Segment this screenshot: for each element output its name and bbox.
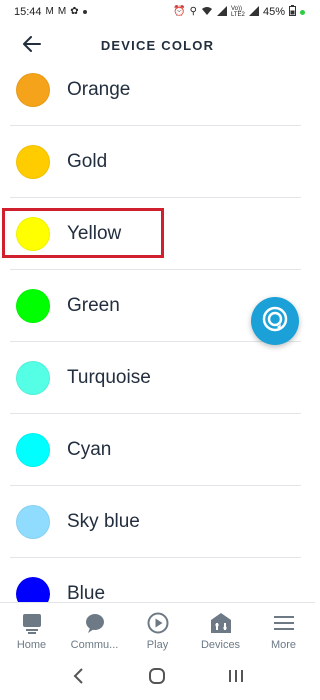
chat-bubble-icon [82, 610, 108, 636]
page-title: DEVICE COLOR [100, 37, 215, 53]
color-option-cyan[interactable]: Cyan [0, 414, 315, 486]
home-circle-icon [148, 667, 166, 690]
nav-play[interactable]: Play [126, 603, 189, 656]
color-swatch [16, 505, 50, 539]
color-swatch [16, 433, 50, 467]
alexa-icon [262, 306, 288, 337]
color-name: Gold [67, 151, 108, 172]
system-home-button[interactable] [137, 663, 177, 693]
color-name: Green [67, 295, 120, 316]
battery-icon [289, 5, 296, 19]
system-back-button[interactable] [59, 663, 99, 693]
signal-icon [216, 5, 227, 19]
battery-percent: 45% [262, 6, 285, 18]
color-name: Blue [67, 583, 106, 602]
nav-devices[interactable]: Devices [189, 603, 252, 656]
color-name: Turquoise [67, 367, 151, 388]
nav-label: Commu... [70, 639, 119, 651]
system-recents-button[interactable] [216, 663, 256, 693]
devices-icon [208, 610, 234, 636]
arrow-left-icon [23, 35, 41, 57]
status-time: 15:44 [14, 6, 42, 18]
color-option-orange[interactable]: Orange [0, 66, 315, 126]
status-bar: 15:44 M M ✿ ⏰ ⚲ Vo)) LTE2 45% [0, 0, 315, 24]
menu-icon [271, 610, 297, 636]
gmail-icon: M [57, 6, 67, 17]
color-name: Sky blue [67, 511, 140, 532]
wifi-icon [201, 6, 213, 19]
nav-label: Home [16, 639, 47, 651]
nav-communicate[interactable]: Commu... [63, 603, 126, 656]
volte-signal-icon: Vo)) LTE2 [230, 6, 245, 18]
nav-label: Devices [200, 639, 241, 651]
bottom-nav: Home Commu... Play Devices More [0, 602, 315, 656]
home-icon [19, 610, 45, 636]
notification-dot-icon [82, 10, 87, 14]
system-nav-bar [0, 656, 315, 700]
play-icon [145, 610, 171, 636]
charging-dot-icon [300, 9, 305, 15]
color-option-yellow[interactable]: Yellow [0, 198, 315, 270]
recents-icon [228, 669, 244, 688]
gmail-icon: M [45, 6, 54, 17]
color-swatch [16, 289, 50, 323]
header: DEVICE COLOR [0, 24, 315, 66]
color-name: Yellow [67, 223, 122, 244]
color-swatch [16, 217, 50, 251]
back-chevron-icon [73, 667, 85, 689]
color-option-turquoise[interactable]: Turquoise [0, 342, 315, 414]
signal-icon [248, 5, 259, 19]
nav-label: Play [146, 639, 169, 651]
color-swatch [16, 577, 50, 602]
back-button[interactable] [18, 32, 46, 60]
alarm-icon: ⏰ [173, 6, 186, 17]
location-icon: ⚲ [189, 6, 197, 17]
color-option-sky-blue[interactable]: Sky blue [0, 486, 315, 558]
nav-home[interactable]: Home [0, 603, 63, 656]
alexa-button[interactable] [251, 297, 299, 345]
color-swatch [16, 73, 50, 107]
nav-label: More [270, 639, 297, 651]
nav-more[interactable]: More [252, 603, 315, 656]
color-option-gold[interactable]: Gold [0, 126, 315, 198]
color-swatch [16, 145, 50, 179]
settings-icon: ✿ [70, 6, 79, 17]
color-swatch [16, 361, 50, 395]
color-name: Cyan [67, 439, 112, 460]
color-name: Orange [67, 79, 131, 100]
color-option-blue[interactable]: Blue [0, 558, 315, 602]
